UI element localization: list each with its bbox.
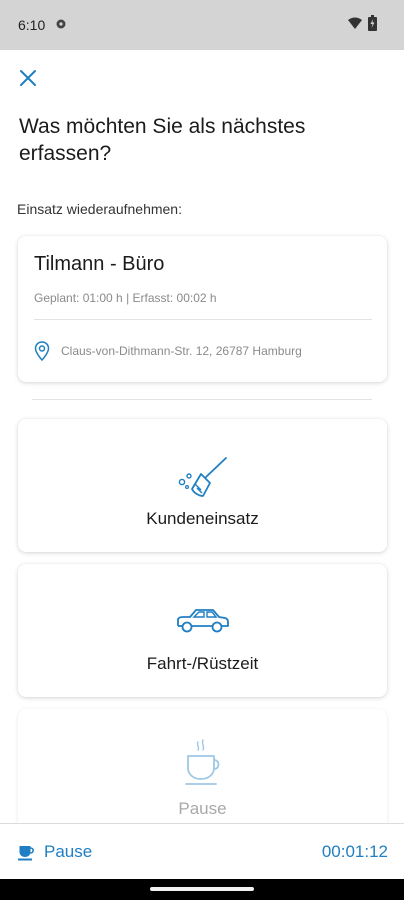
section-divider: [32, 399, 372, 400]
option-label: Kundeneinsatz: [146, 509, 259, 528]
coffee-cup-icon: [18, 843, 35, 866]
assignment-time-info: Geplant: 01:00 h | Erfasst: 00:02 h: [34, 291, 217, 305]
bottom-bar: Pause 00:01:12: [0, 823, 404, 880]
assignment-title: Tilmann - Büro: [34, 253, 165, 275]
broom-icon: [18, 453, 387, 506]
close-icon: [20, 70, 36, 86]
elapsed-timer: 00:01:12: [321, 842, 388, 861]
close-button[interactable]: [16, 66, 40, 90]
status-bar: 6:10: [0, 0, 404, 50]
location-pin-icon: [34, 341, 50, 366]
system-navigation-bar: [0, 879, 404, 900]
status-time: 6:10: [18, 17, 46, 33]
option-label: Pause: [178, 799, 227, 818]
battery-icon: [368, 15, 377, 36]
home-gesture-handle[interactable]: [150, 887, 254, 891]
option-fahrt-ruestzeit[interactable]: Fahrt-/Rüstzeit: [18, 564, 387, 697]
page-title: Was möchten Sie als nächstes erfassen?: [19, 115, 306, 165]
wifi-icon: [348, 17, 362, 35]
card-divider: [34, 319, 372, 320]
settings-gear-icon: [55, 17, 67, 35]
pause-label: Pause: [44, 842, 93, 861]
coffee-cup-icon: [18, 739, 387, 792]
resume-section-label: Einsatz wiederaufnehmen:: [17, 201, 182, 217]
option-kundeneinsatz[interactable]: Kundeneinsatz: [18, 419, 387, 552]
car-icon: [18, 606, 387, 641]
resume-assignment-card[interactable]: Tilmann - Büro Geplant: 01:00 h | Erfass…: [18, 236, 387, 382]
assignment-address: Claus-von-Dithmann-Str. 12, 26787 Hambur…: [61, 344, 302, 358]
option-label: Fahrt-/Rüstzeit: [146, 654, 259, 673]
